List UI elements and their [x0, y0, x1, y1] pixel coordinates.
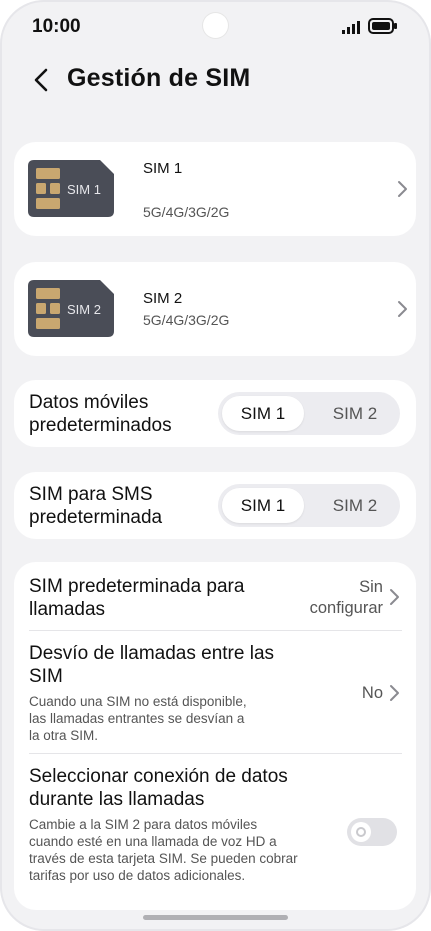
default-sms-label: SIM para SMS predeterminada [29, 484, 163, 528]
sim-name: SIM 1 [143, 160, 183, 177]
battery-icon [368, 18, 397, 34]
sim-chip-label: SIM 2 [67, 302, 101, 317]
call-forwarding-row[interactable]: Desvío de llamadas entre las SIM Cuando … [14, 631, 416, 753]
chevron-right-icon [398, 181, 407, 197]
default-calls-value: Sin configurar [309, 578, 383, 617]
front-camera [203, 13, 228, 38]
phone-screen: 10:00 Gestión de SIM SIM 1 SIM 1 5G/4G/3… [0, 0, 431, 931]
default-sms-selector: SIM 1 SIM 2 [218, 484, 400, 527]
segment-sim-2[interactable]: SIM 2 [314, 396, 396, 431]
calls-settings-card: SIM predeterminada para llamadas Sin con… [14, 562, 416, 910]
sim-chip-label: SIM 1 [67, 182, 101, 197]
sim-name: SIM 2 [143, 290, 183, 307]
data-during-calls-title: Seleccionar conexión de datos durante la… [29, 766, 288, 810]
sim-card-icon: SIM 2 [28, 280, 114, 337]
back-icon[interactable] [30, 66, 52, 94]
status-time: 10:00 [32, 16, 81, 37]
chevron-right-icon [390, 589, 399, 605]
segment-sim-2[interactable]: SIM 2 [314, 488, 396, 523]
home-indicator[interactable] [143, 915, 288, 920]
call-forwarding-title: Desvío de llamadas entre las SIM [29, 643, 275, 687]
segment-sim-1[interactable]: SIM 1 [222, 488, 304, 523]
data-during-calls-description: Cambie a la SIM 2 para datos móviles cua… [29, 817, 298, 883]
chevron-right-icon [390, 685, 399, 701]
page-title: Gestión de SIM [67, 64, 251, 92]
sim-2-card[interactable]: SIM 2 SIM 2 5G/4G/3G/2G [14, 262, 416, 356]
toggle-knob [351, 822, 371, 842]
sim-network: 5G/4G/3G/2G [143, 312, 230, 328]
segment-sim-1[interactable]: SIM 1 [222, 396, 304, 431]
default-data-card: Datos móviles predeterminados SIM 1 SIM … [14, 380, 416, 447]
default-data-selector: SIM 1 SIM 2 [218, 392, 400, 435]
default-sms-card: SIM para SMS predeterminada SIM 1 SIM 2 [14, 472, 416, 539]
default-calls-title: SIM predeterminada para llamadas [29, 576, 245, 620]
call-forwarding-value: No [361, 684, 383, 702]
call-forwarding-description: Cuando una SIM no está disponible, las l… [29, 694, 247, 743]
chevron-right-icon [398, 301, 407, 317]
default-data-label: Datos móviles predeterminados [29, 392, 172, 436]
default-calls-row[interactable]: SIM predeterminada para llamadas Sin con… [14, 562, 416, 630]
data-during-calls-toggle[interactable] [347, 818, 397, 846]
sim-1-card[interactable]: SIM 1 SIM 1 5G/4G/3G/2G [14, 142, 416, 236]
sim-card-icon: SIM 1 [28, 160, 114, 217]
signal-icon [342, 21, 360, 34]
sim-network: 5G/4G/3G/2G [143, 204, 230, 220]
